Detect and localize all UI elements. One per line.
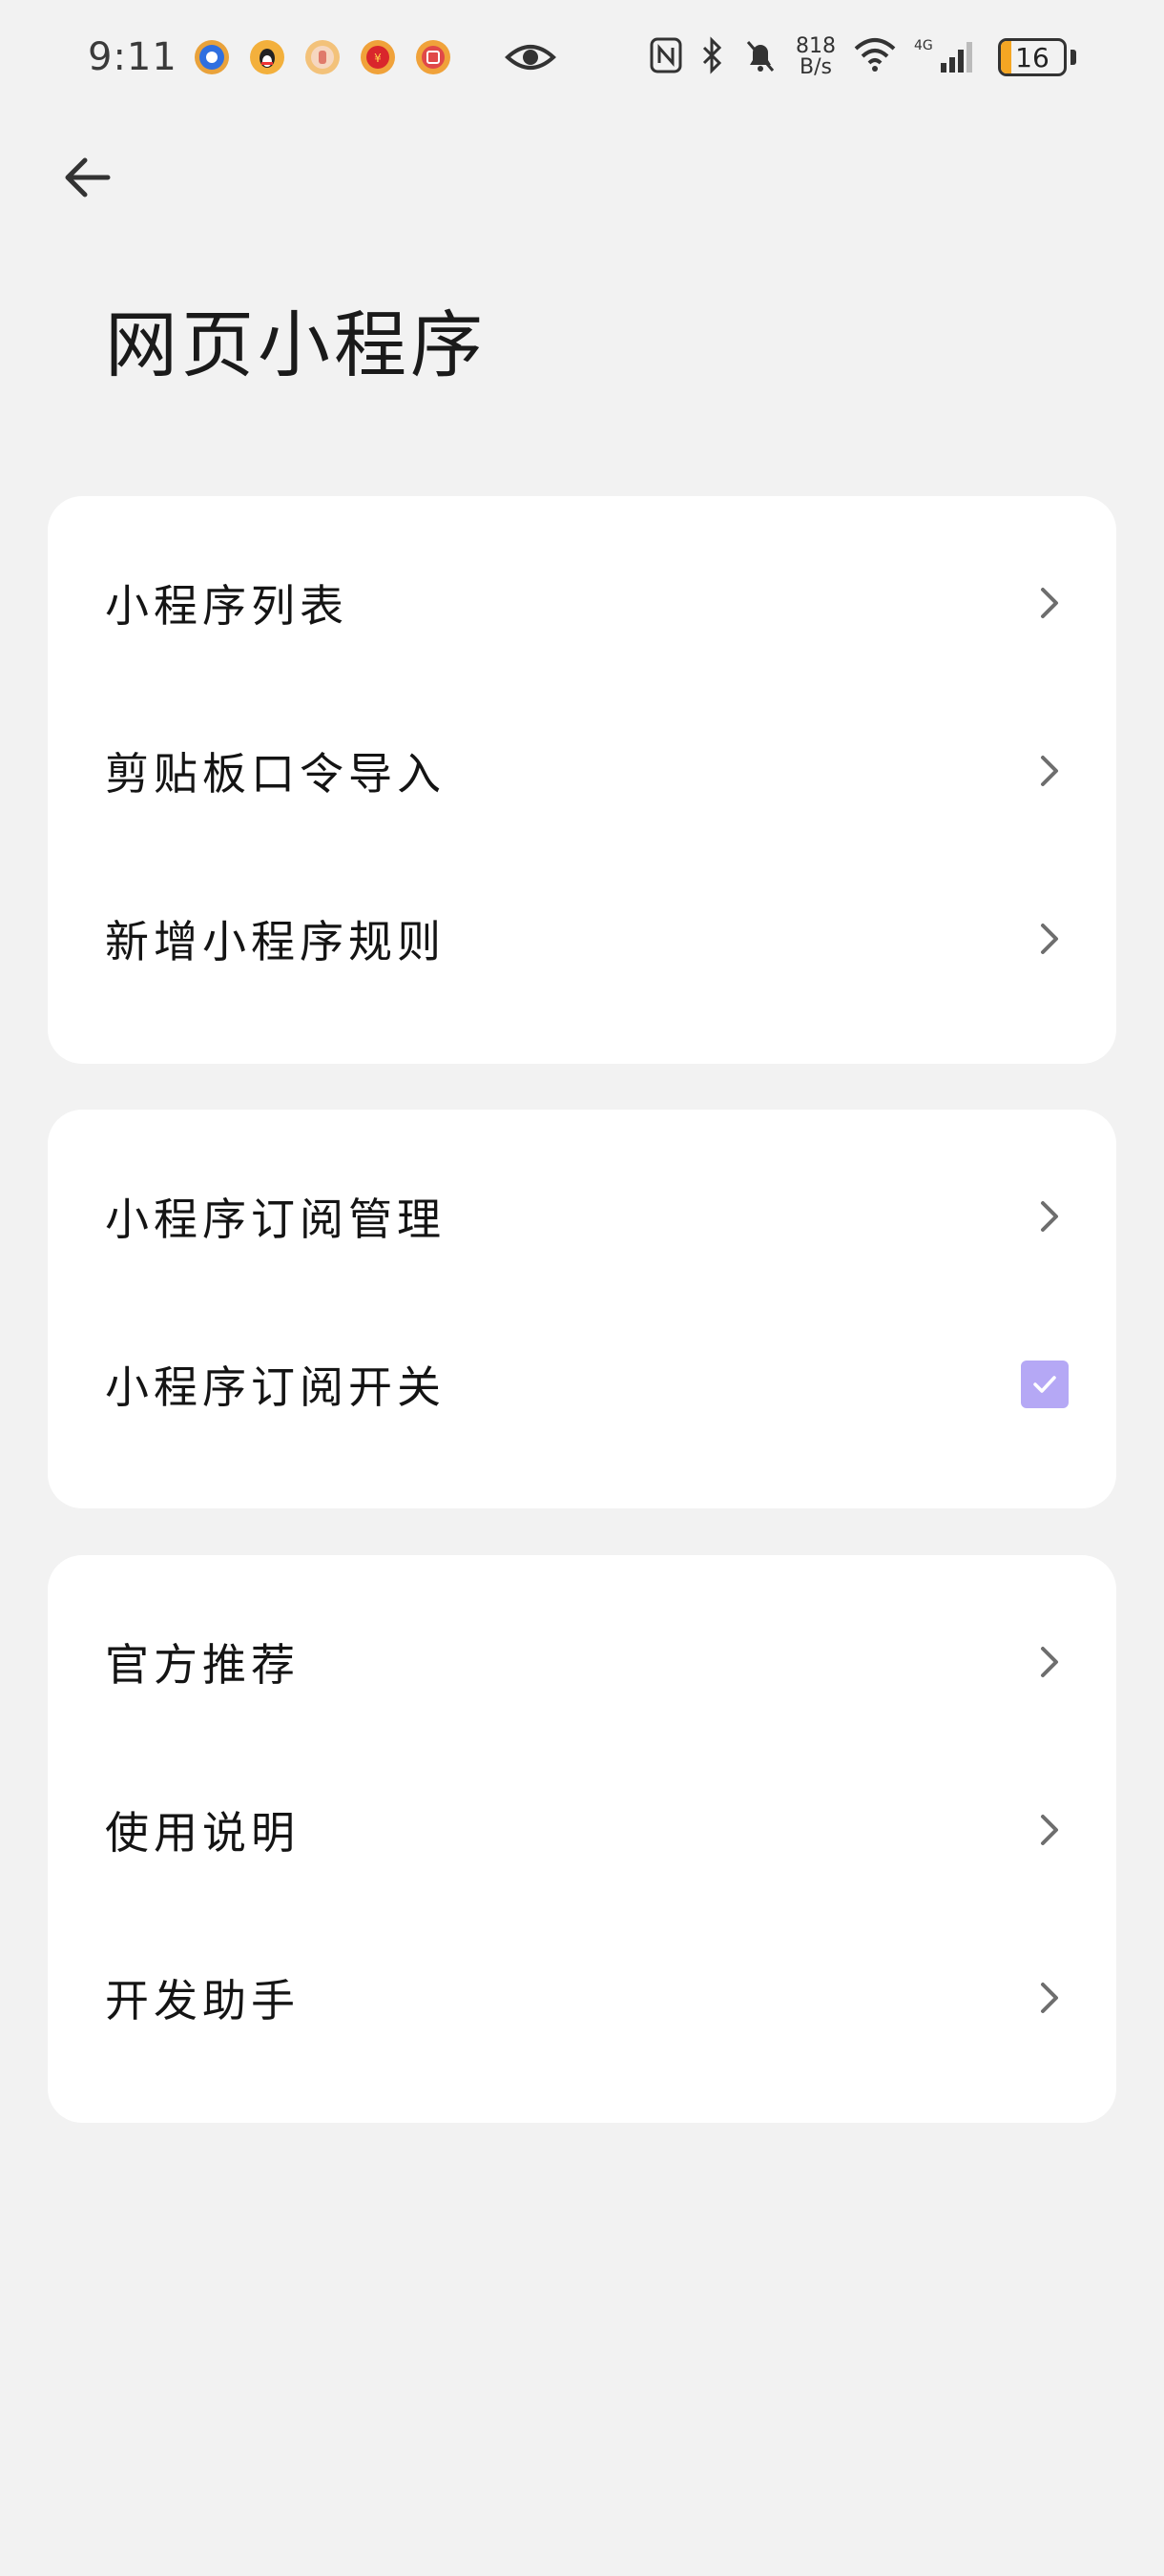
status-bar: 9:11 ¥ 818 B/s 4G 16 (0, 0, 1164, 114)
menu-item-label: 小程序列表 (105, 580, 348, 632)
status-time: 9:11 (88, 35, 177, 79)
chevron-right-icon (1030, 920, 1069, 958)
menu-item-mini-program-list[interactable]: 小程序列表 (48, 519, 1116, 687)
bell-muted-icon (742, 36, 779, 78)
red-app-1-icon: ¥ (360, 40, 395, 74)
menu-item-developer-assistant[interactable]: 开发助手 (48, 1914, 1116, 2082)
app-notification-blue-icon (194, 40, 229, 74)
bluetooth-icon (700, 36, 725, 78)
menu-item-instructions[interactable]: 使用说明 (48, 1746, 1116, 1914)
subscription-checkbox[interactable] (1021, 1361, 1069, 1408)
battery-cap (1070, 50, 1076, 65)
menu-item-add-rule[interactable]: 新增小程序规则 (48, 855, 1116, 1023)
page-title: 网页小程序 (105, 302, 487, 387)
hand-app-icon (304, 40, 340, 74)
settings-group-3: 官方推荐 使用说明 开发助手 (48, 1555, 1116, 2123)
settings-group-1: 小程序列表 剪贴板口令导入 新增小程序规则 (48, 496, 1116, 1064)
menu-item-subscription-management[interactable]: 小程序订阅管理 (48, 1132, 1116, 1300)
svg-text:4G: 4G (914, 38, 933, 53)
chevron-right-icon (1030, 1197, 1069, 1236)
menu-item-label: 使用说明 (105, 1807, 300, 1859)
check-icon (1033, 1376, 1056, 1393)
menu-item-clipboard-import[interactable]: 剪贴板口令导入 (48, 687, 1116, 855)
red-app-2-icon (415, 40, 450, 74)
chevron-right-icon (1030, 1811, 1069, 1849)
back-button[interactable] (52, 143, 121, 212)
settings-group-2: 小程序订阅管理 小程序订阅开关 (48, 1110, 1116, 1508)
chevron-right-icon (1030, 1979, 1069, 2017)
svg-text:¥: ¥ (374, 52, 382, 65)
cellular-signal-icon: 4G (914, 36, 981, 78)
eye-icon (504, 40, 557, 74)
menu-item-label: 小程序订阅开关 (105, 1361, 446, 1413)
battery-indicator: 16 (998, 38, 1067, 76)
menu-item-label: 官方推荐 (105, 1639, 300, 1691)
menu-item-label: 小程序订阅管理 (105, 1194, 446, 1245)
wifi-icon (853, 37, 897, 77)
arrow-left-icon (65, 157, 111, 197)
menu-item-subscription-switch[interactable]: 小程序订阅开关 (48, 1300, 1116, 1468)
nfc-icon (649, 36, 683, 78)
chevron-right-icon (1030, 752, 1069, 790)
menu-item-label: 剪贴板口令导入 (105, 748, 446, 800)
menu-item-label: 开发助手 (105, 1975, 300, 2026)
menu-item-official-recommendation[interactable]: 官方推荐 (48, 1578, 1116, 1746)
chevron-right-icon (1030, 584, 1069, 622)
qq-penguin-icon (249, 40, 284, 74)
menu-item-label: 新增小程序规则 (105, 916, 446, 967)
battery-level: 16 (1015, 41, 1050, 73)
battery-fill (1001, 41, 1011, 73)
network-speed: 818 B/s (796, 34, 836, 79)
chevron-right-icon (1030, 1643, 1069, 1681)
